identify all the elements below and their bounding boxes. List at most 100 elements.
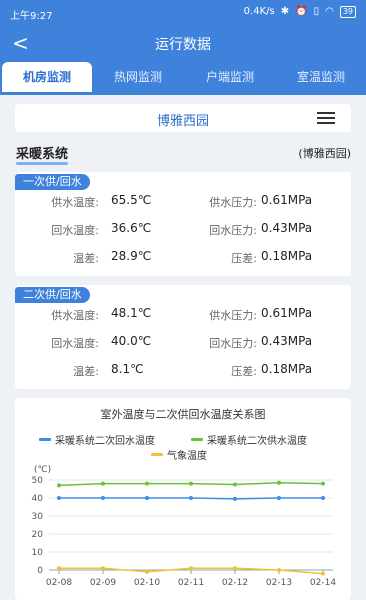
tab-heat-network[interactable]: 热网监测 <box>92 62 184 92</box>
app-header: 上午9:27 0.4K/s ✱ ⏰ ▯ ◠ 39 < 运行数据 机房监测 热网监… <box>0 0 366 95</box>
return-temp-value: 40.0℃ <box>111 334 152 348</box>
vibrate-icon: ▯ <box>313 6 320 17</box>
temp-diff-value: 28.9℃ <box>111 249 152 263</box>
data-point-series-0 <box>189 496 193 500</box>
y-tick-label: 40 <box>32 494 44 504</box>
hamburger-menu-icon[interactable] <box>317 112 335 124</box>
y-tick-label: 0 <box>37 566 43 576</box>
battery-icon: 39 <box>339 6 356 18</box>
station-name: 博雅西园 <box>156 114 209 129</box>
tab-room-temp[interactable]: 室温监测 <box>276 62 366 92</box>
return-temp-label: 回水温度: <box>51 224 99 237</box>
supply-pressure-value: 0.61MPa <box>261 193 313 207</box>
data-point-series-2 <box>145 569 149 574</box>
page-title: 运行数据 <box>155 37 211 53</box>
network-speed: 0.4K/s <box>243 6 275 17</box>
x-tick-label: 02-09 <box>90 578 116 588</box>
y-tick-label: 10 <box>32 548 44 558</box>
secondary-row-supply: 供水温度: 48.1℃ 供水压力: 0.61MPa <box>15 305 351 325</box>
x-tick-label: 02-10 <box>134 578 160 588</box>
data-point-series-1 <box>321 481 325 486</box>
bluetooth-icon: ✱ <box>280 6 290 17</box>
primary-water-card: 一次供/回水 供水温度: 65.5℃ 供水压力: 0.61MPa 回水温度: 3… <box>15 172 351 276</box>
section-title: 采暖系统 <box>16 143 69 165</box>
legend-item-supply[interactable]: 采暖系统二次供水温度 <box>191 432 307 447</box>
data-point-series-0 <box>321 496 325 500</box>
supply-pressure-value: 0.61MPa <box>261 306 313 320</box>
data-point-series-0 <box>145 496 149 500</box>
tab-bar: 机房监测 热网监测 户端监测 室温监测 <box>0 62 366 92</box>
x-tick-label: 02-13 <box>266 578 292 588</box>
secondary-row-return: 回水温度: 40.0℃ 回水压力: 0.43MPa <box>15 333 351 353</box>
primary-row-return: 回水温度: 36.6℃ 回水压力: 0.43MPa <box>15 220 351 240</box>
supply-temp-value: 48.1℃ <box>111 306 152 320</box>
data-point-series-2 <box>277 568 281 572</box>
data-point-series-2 <box>101 566 105 571</box>
return-temp-label: 回水温度: <box>51 337 99 350</box>
legend-item-return[interactable]: 采暖系统二次回水温度 <box>39 432 155 447</box>
data-point-series-0 <box>57 496 61 500</box>
x-tick-label: 02-08 <box>46 578 72 588</box>
tab-machine-room[interactable]: 机房监测 <box>2 62 92 92</box>
alarm-icon: ⏰ <box>295 6 308 17</box>
status-bar: 上午9:27 0.4K/s ✱ ⏰ ▯ ◠ 39 <box>0 0 366 26</box>
legend-swatch-weather <box>151 453 163 456</box>
supply-temp-value: 65.5℃ <box>111 193 152 207</box>
data-point-series-2 <box>321 571 325 576</box>
data-point-series-1 <box>57 483 61 488</box>
return-pressure-value: 0.43MPa <box>261 221 313 235</box>
legend-swatch-return <box>39 438 51 441</box>
pressure-diff-value: 0.18MPa <box>261 249 313 263</box>
y-tick-label: 20 <box>32 530 44 540</box>
data-point-series-0 <box>277 496 281 500</box>
section-location: (博雅西园) <box>298 147 351 160</box>
temp-diff-label: 温差: <box>73 252 99 265</box>
secondary-water-card: 二次供/回水 供水温度: 48.1℃ 供水压力: 0.61MPa 回水温度: 4… <box>15 285 351 389</box>
data-point-series-2 <box>57 566 61 571</box>
legend-swatch-supply <box>191 438 203 441</box>
temp-diff-label: 温差: <box>73 365 99 378</box>
line-chart: (℃) 0 10 20 30 40 50 02-08 02-09 02-10 02-11 02-12… <box>32 465 337 588</box>
wifi-icon: ◠ <box>325 6 334 17</box>
y-axis-unit: (℃) <box>34 465 51 475</box>
secondary-row-diff: 温差: 8.1℃ 压差: 0.18MPa <box>15 361 351 381</box>
chart-title: 室外温度与二次供回水温度关系图 <box>100 408 266 421</box>
x-tick-label: 02-12 <box>222 578 248 588</box>
nav-bar: < 运行数据 <box>0 28 366 58</box>
y-tick-label: 50 <box>32 476 44 486</box>
station-selector[interactable]: 博雅西园 <box>15 104 351 132</box>
x-tick-label: 02-11 <box>178 578 204 588</box>
pressure-diff-value: 0.18MPa <box>261 362 313 376</box>
secondary-tag: 二次供/回水 <box>15 287 90 303</box>
x-tick-label: 02-14 <box>310 578 336 588</box>
supply-pressure-label: 供水压力: <box>209 196 257 209</box>
primary-row-supply: 供水温度: 65.5℃ 供水压力: 0.61MPa <box>15 192 351 212</box>
supply-temp-label: 供水温度: <box>51 196 99 209</box>
data-point-series-1 <box>277 480 281 485</box>
return-pressure-label: 回水压力: <box>209 224 257 237</box>
y-tick-label: 30 <box>32 512 44 522</box>
tab-user-end[interactable]: 户端监测 <box>184 62 276 92</box>
data-point-series-1 <box>101 481 105 486</box>
primary-row-diff: 温差: 28.9℃ 压差: 0.18MPa <box>15 248 351 268</box>
temp-diff-value: 8.1℃ <box>111 362 144 376</box>
section-header: 采暖系统 (博雅西园) <box>16 143 351 165</box>
data-point-series-1 <box>145 481 149 486</box>
supply-pressure-label: 供水压力: <box>209 309 257 322</box>
pressure-diff-label: 压差: <box>231 365 257 378</box>
supply-temp-label: 供水温度: <box>51 309 99 322</box>
return-pressure-label: 回水压力: <box>209 337 257 350</box>
data-point-series-0 <box>233 496 237 501</box>
legend-label-supply: 采暖系统二次供水温度 <box>207 436 307 447</box>
primary-tag: 一次供/回水 <box>15 174 90 190</box>
return-pressure-value: 0.43MPa <box>261 334 313 348</box>
data-point-series-0 <box>101 496 105 500</box>
data-point-series-2 <box>233 566 237 571</box>
temperature-chart-card: 室外温度与二次供回水温度关系图 采暖系统二次回水温度 采暖系统二次供水温度 气象… <box>15 398 351 600</box>
status-time: 上午9:27 <box>10 11 53 22</box>
data-point-series-1 <box>233 482 237 487</box>
data-point-series-1 <box>189 481 193 486</box>
pressure-diff-label: 压差: <box>231 252 257 265</box>
status-icons: 0.4K/s ✱ ⏰ ▯ ◠ 39 <box>244 6 356 18</box>
data-point-series-2 <box>189 566 193 571</box>
